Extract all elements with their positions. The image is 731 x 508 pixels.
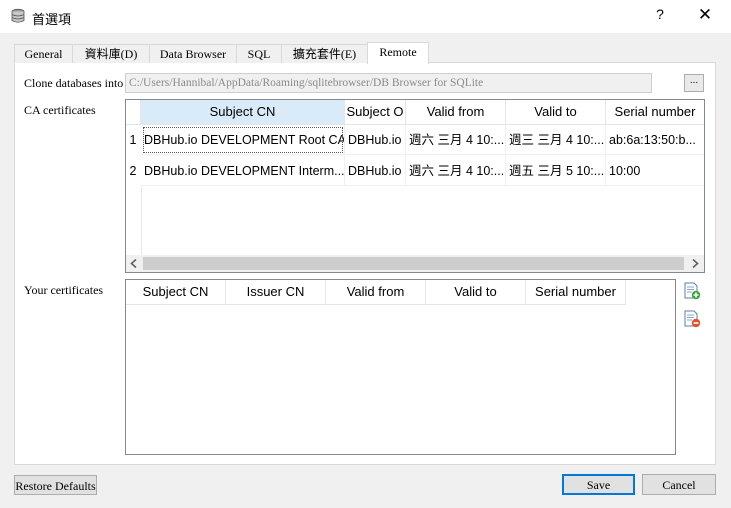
cancel-button[interactable]: Cancel: [642, 474, 716, 495]
table-cell[interactable]: 10:00: [606, 156, 704, 186]
clone-path-field[interactable]: C:/Users/Hannibal/AppData/Roaming/sqlite…: [125, 73, 652, 93]
tab-extensions[interactable]: 擴充套件(E): [281, 44, 368, 63]
help-button[interactable]: ?: [650, 6, 670, 26]
tab-general[interactable]: General: [14, 44, 73, 63]
your-certificates-table: Subject CN Issuer CN Valid from Valid to…: [125, 279, 676, 455]
table-corner: [126, 100, 141, 125]
column-header-valid-from[interactable]: Valid from: [326, 280, 426, 305]
row-number[interactable]: 2: [126, 156, 140, 186]
horizontal-scrollbar[interactable]: [126, 255, 704, 272]
table-cell[interactable]: 週三 三月 4 10:...: [506, 125, 606, 155]
tab-remote[interactable]: Remote: [367, 42, 429, 64]
clone-databases-label: Clone databases into: [24, 76, 124, 90]
tab-database[interactable]: 資料庫(D): [72, 44, 150, 63]
column-header-issuer-cn[interactable]: Issuer CN: [226, 280, 326, 305]
restore-defaults-button[interactable]: Restore Defaults: [14, 475, 97, 495]
row-number[interactable]: 1: [126, 125, 140, 155]
scroll-left-icon[interactable]: [129, 258, 139, 272]
ca-certificates-table: Subject CN Subject O Valid from Valid to…: [125, 99, 705, 273]
remove-certificate-icon[interactable]: [683, 310, 701, 328]
grid-line: [141, 187, 142, 255]
close-button[interactable]: ✕: [695, 5, 715, 27]
column-header-valid-to[interactable]: Valid to: [426, 280, 526, 305]
scrollbar-thumb[interactable]: [143, 257, 684, 270]
your-certificates-label: Your certificates: [24, 283, 104, 297]
ca-certificates-label: CA certificates: [24, 103, 96, 117]
tab-sql[interactable]: SQL: [236, 44, 282, 63]
add-certificate-icon[interactable]: [683, 282, 701, 300]
column-header-subject-cn[interactable]: Subject CN: [126, 280, 226, 305]
tab-data-browser[interactable]: Data Browser: [149, 44, 237, 63]
window-title: 首選項: [32, 12, 72, 27]
title-bar: [0, 0, 731, 33]
column-header-valid-from[interactable]: Valid from: [406, 100, 506, 125]
column-header-subject-cn[interactable]: Subject CN: [141, 100, 345, 125]
table-cell[interactable]: DBHub.io DEVELOPMENT Root CA: [141, 125, 345, 155]
table-cell[interactable]: DBHub.io: [345, 125, 406, 155]
column-header-serial-number[interactable]: Serial number: [526, 280, 626, 305]
save-button[interactable]: Save: [562, 474, 635, 495]
table-cell[interactable]: DBHub.io DEVELOPMENT Interm...: [141, 156, 345, 186]
table-cell[interactable]: ab:6a:13:50:b...: [606, 125, 704, 155]
table-cell[interactable]: 週六 三月 4 10:...: [406, 156, 506, 186]
scroll-right-icon[interactable]: [690, 258, 700, 272]
column-header-valid-to[interactable]: Valid to: [506, 100, 606, 125]
column-header-serial-number[interactable]: Serial number: [606, 100, 704, 125]
column-header-subject-o[interactable]: Subject O: [345, 100, 406, 125]
database-icon: [10, 8, 26, 24]
browse-button[interactable]: ...: [684, 74, 704, 92]
table-cell[interactable]: 週五 三月 5 10:...: [506, 156, 606, 186]
table-cell[interactable]: DBHub.io: [345, 156, 406, 186]
table-cell[interactable]: 週六 三月 4 10:...: [406, 125, 506, 155]
